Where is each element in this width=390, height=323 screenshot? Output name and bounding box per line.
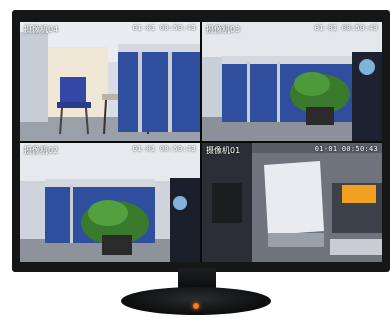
camera-feed-2[interactable]: 摄像机03 01-01 00:50:43 (202, 22, 382, 141)
camera-name: 摄像机01 (206, 146, 241, 155)
camera-feed-4[interactable]: 摄像机01 01-01 00:50:43 (202, 143, 382, 262)
surveillance-screen: 摄像机04 01-01 00:50:43 摄像机03 01-01 00:50:4… (20, 22, 382, 262)
camera-timestamp: 01-01 00:50:43 (314, 145, 378, 153)
camera-timestamp: 01-01 00:50:43 (314, 24, 378, 32)
camera-4-scene (202, 143, 382, 262)
camera-feed-3[interactable]: 摄像机02 01-01 00:50:43 (20, 143, 200, 262)
camera-1-scene (20, 22, 200, 141)
camera-timestamp: 01-01 00:50:43 (132, 145, 196, 153)
camera-name: 摄像机02 (24, 146, 59, 155)
camera-feed-1[interactable]: 摄像机04 01-01 00:50:43 (20, 22, 200, 141)
camera-timestamp: 01-01 00:50:43 (132, 24, 196, 32)
monitor-stand-base (121, 287, 271, 315)
monitor: 摄像机04 01-01 00:50:43 摄像机03 01-01 00:50:4… (12, 10, 390, 272)
camera-name: 摄像机04 (24, 25, 59, 34)
camera-2-scene (202, 22, 382, 141)
camera-3-scene (20, 143, 200, 262)
camera-name: 摄像机03 (206, 25, 241, 34)
power-indicator-light (193, 303, 199, 309)
